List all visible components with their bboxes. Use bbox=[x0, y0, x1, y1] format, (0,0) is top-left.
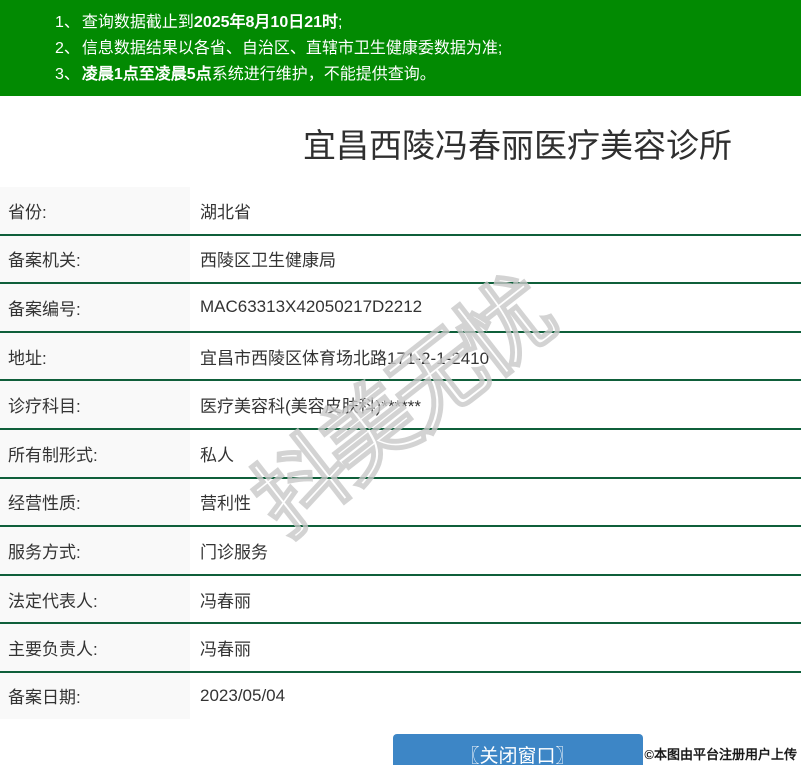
row-label: 备案编号: bbox=[0, 284, 190, 331]
row-value: 2023/05/04 bbox=[200, 685, 286, 705]
row-label: 省份: bbox=[0, 187, 190, 234]
row-value: 私人 bbox=[200, 445, 234, 465]
notice-number: 3、 bbox=[55, 66, 80, 83]
row-label: 备案日期: bbox=[0, 672, 190, 719]
row-label: 法定代表人: bbox=[0, 575, 190, 623]
table-row-business-nature: 经营性质: 营利性 bbox=[0, 478, 801, 528]
page: 1、 查询数据截止到2025年8月10日21时; 2、 信息数据结果以各省、自治区、… bbox=[0, 0, 801, 765]
row-value: 营利性 bbox=[200, 494, 251, 514]
row-label: 服务方式: bbox=[0, 527, 190, 574]
table-row-service-mode: 服务方式: 门诊服务 bbox=[0, 527, 801, 576]
info-table: 省份: 湖北省 备案机关: 西陵区卫生健康局 备案编号: MAC63313X42… bbox=[0, 187, 801, 719]
notice-text-bold: 凌晨1点至凌晨5点 bbox=[81, 66, 212, 83]
notice-text: 查询数据截止到 bbox=[81, 14, 194, 31]
row-label: 经营性质: bbox=[0, 478, 190, 526]
page-title: 宜昌西陵冯春丽医疗美容诊所 bbox=[303, 127, 732, 164]
table-row-medical-subjects: 诊疗科目: 医疗美容科(美容皮肤科)****** bbox=[0, 381, 801, 430]
row-label: 备案机关: bbox=[0, 235, 190, 283]
notice-text-bold: 2025年8月10日21时 bbox=[193, 14, 339, 31]
row-value: MAC63313X42050217D2212 bbox=[200, 297, 423, 317]
notice-line-3: 3、 凌晨1点至凌晨5点系统进行维护，不能提供查询。 bbox=[55, 62, 801, 88]
table-row-main-person-in-charge: 主要负责人: 冯春丽 bbox=[0, 624, 801, 673]
notice-line-2: 2、 信息数据结果以各省、自治区、直辖市卫生健康委数据为准; bbox=[55, 36, 801, 62]
row-value: 医疗美容科(美容皮肤科)****** bbox=[200, 397, 422, 417]
notice-number: 2、 bbox=[55, 40, 80, 57]
notice-line-1: 1、 查询数据截止到2025年8月10日21时; bbox=[55, 10, 801, 36]
notice-number: 1、 bbox=[55, 14, 80, 31]
row-label: 地址: bbox=[0, 332, 190, 380]
row-value: 冯春丽 bbox=[200, 640, 251, 660]
table-row-address: 地址: 宜昌市西陵区体育场北路171-2-1-2410 bbox=[0, 332, 801, 382]
row-value: 门诊服务 bbox=[200, 542, 268, 562]
table-row-province: 省份: 湖北省 bbox=[0, 187, 801, 236]
close-window-button[interactable]: 〖关闭窗口〗 bbox=[392, 733, 643, 765]
row-label: 主要负责人: bbox=[0, 624, 190, 671]
table-row-filing-number: 备案编号: MAC63313X42050217D2212 bbox=[0, 284, 801, 333]
row-label: 所有制形式: bbox=[0, 429, 190, 477]
notice-text: ; bbox=[338, 14, 343, 31]
row-value: 冯春丽 bbox=[200, 591, 251, 611]
notice-text: 信息数据结果以各省、自治区、直辖市卫生健康委数据为准; bbox=[81, 40, 503, 57]
row-label: 诊疗科目: bbox=[0, 381, 190, 428]
attribution-text: ©本图由平台注册用户上传 bbox=[644, 747, 797, 762]
table-row-ownership: 所有制形式: 私人 bbox=[0, 429, 801, 479]
table-row-filing-authority: 备案机关: 西陵区卫生健康局 bbox=[0, 235, 801, 285]
notice-bar: 1、 查询数据截止到2025年8月10日21时; 2、 信息数据结果以各省、自治区、… bbox=[0, 0, 801, 96]
row-value: 西陵区卫生健康局 bbox=[200, 251, 336, 271]
row-value: 湖北省 bbox=[200, 202, 251, 222]
row-value: 宜昌市西陵区体育场北路171-2-1-2410 bbox=[200, 348, 490, 368]
table-row-filing-date: 备案日期: 2023/05/04 bbox=[0, 672, 801, 719]
notice-text: 系统进行维护，不能提供查询。 bbox=[211, 66, 436, 83]
table-row-legal-representative: 法定代表人: 冯春丽 bbox=[0, 575, 801, 625]
